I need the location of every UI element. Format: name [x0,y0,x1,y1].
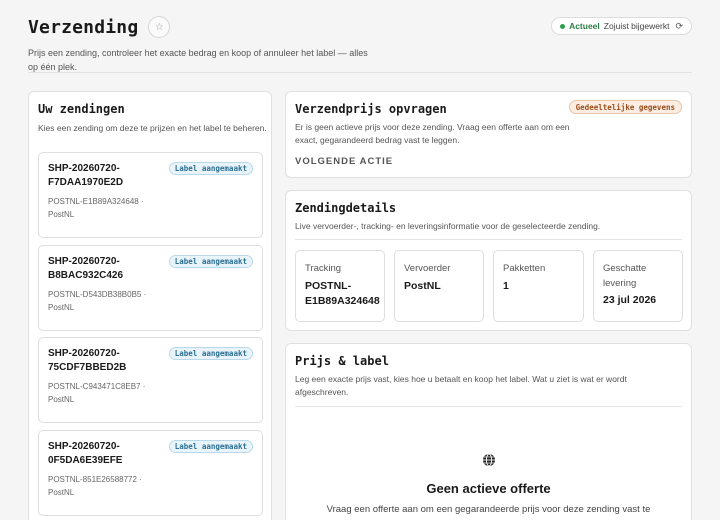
shipment-meta: POSTNL-C943471C8EB7 · PostNL [48,380,158,406]
stat-delivery: Geschatte levering 23 jul 2026 [593,250,683,322]
price-subtitle: Leg een exacte prijs vast, kies hoe u be… [295,374,627,397]
shipment-id: SHP-20260720-75CDF7BBED2B [48,348,127,373]
shipment-id: SHP-20260720-B8BAC932C426 [48,256,124,281]
stat-value: POSTNL-E1B89A324648 [305,280,380,307]
shipment-status-badge: Label aangemaakt [168,162,253,175]
details-divider [295,239,682,240]
shipment-tracking: POSTNL-851E26588772 · [48,475,142,484]
shipment-status-badge: Label aangemaakt [168,255,253,268]
empty-state-text: Vraag een offerte aan om een gegarandeer… [326,504,651,515]
stat-value: 1 [503,280,509,292]
shipments-panel: Uw zendingen Kies een zending om deze te… [28,91,272,520]
stat-value: 23 jul 2026 [603,294,657,306]
shipment-meta: POSTNL-D543DB38B0B5 · PostNL [48,288,158,314]
shipment-tracking: POSTNL-C943471C8EB7 · [48,382,146,391]
stat-carrier: Vervoerder PostNL [394,250,484,322]
status-updated: Zojuist bijgewerkt [603,21,670,31]
next-action-label: VOLGENDE ACTIE [295,156,394,167]
shipment-meta: POSTNL-E1B89A324648 · PostNL [48,195,158,221]
shipment-id: SHP-20260720-F7DAA1970E2D [48,163,124,188]
shipment-carrier: PostNL [48,395,75,404]
shipment-carrier: PostNL [48,210,75,219]
partial-data-badge: Gedeeltelijke gegevens [568,100,682,114]
page-title: Verzending [28,16,139,38]
details-panel: Zendingdetails Live vervoerder-, trackin… [285,190,692,331]
globe-icon [483,453,495,467]
status-state: Actueel [569,21,600,31]
price-title: Prijs & label [295,354,389,368]
shipment-status-badge: Label aangemaakt [168,440,253,453]
shipment-tracking: POSTNL-D543DB38B0B5 · [48,290,147,299]
empty-state-title: Geen actieve offerte [426,481,551,496]
status-pill[interactable]: Actueel Zojuist bijgewerkt ⟳ [551,17,692,35]
shipment-card[interactable]: SHP-20260720-B8BAC932C426 Label aangemaa… [38,245,263,331]
details-subtitle: Live vervoerder-, tracking- en leverings… [295,221,601,231]
shipment-id: SHP-20260720-0F5DA6E39EFE [48,441,123,466]
stat-label: Vervoerder [404,263,451,274]
stat-tracking: Tracking POSTNL-E1B89A324648 [295,250,385,322]
quote-title: Verzendprijs opvragen [295,102,447,116]
shipment-card[interactable]: SHP-20260720-75CDF7BBED2B Label aangemaa… [38,337,263,423]
page-subtitle: Prijs een zending, controleer het exacte… [28,48,368,72]
favorite-button[interactable]: ☆ [148,16,171,38]
status-dot-icon [560,23,566,29]
shipment-status-badge: Label aangemaakt [168,347,253,360]
page-header: Verzending ☆ Prijs een zending, controle… [28,16,692,74]
shipment-carrier: PostNL [48,303,75,312]
shipments-subtitle: Kies een zending om deze te prijzen en h… [38,123,267,133]
stat-label: Pakketten [503,263,546,274]
shipment-card[interactable]: SHP-20260720-F7DAA1970E2D Label aangemaa… [38,152,263,238]
price-label-panel: Prijs & label Leg een exacte prijs vast,… [285,343,692,520]
stat-label: Geschatte levering [603,263,647,289]
shipment-carrier: PostNL [48,488,75,497]
quote-text: Er is geen actieve prijs voor deze zendi… [295,122,570,145]
shipment-card[interactable]: SHP-20260720-0F5DA6E39EFE Label aangemaa… [38,430,263,516]
stat-value: PostNL [404,280,441,292]
price-divider [295,406,682,407]
star-icon: ☆ [154,21,164,33]
quote-panel: Verzendprijs opvragen Gedeeltelijke gege… [285,91,692,178]
stat-packages: Pakketten 1 [493,250,584,322]
details-title: Zendingdetails [295,201,397,215]
stat-label: Tracking [305,263,342,274]
shipments-title: Uw zendingen [38,102,125,116]
shipment-tracking: POSTNL-E1B89A324648 · [48,197,144,206]
shipment-meta: POSTNL-851E26588772 · PostNL [48,473,158,499]
refresh-icon[interactable]: ⟳ [675,21,683,32]
header-divider [28,72,692,73]
